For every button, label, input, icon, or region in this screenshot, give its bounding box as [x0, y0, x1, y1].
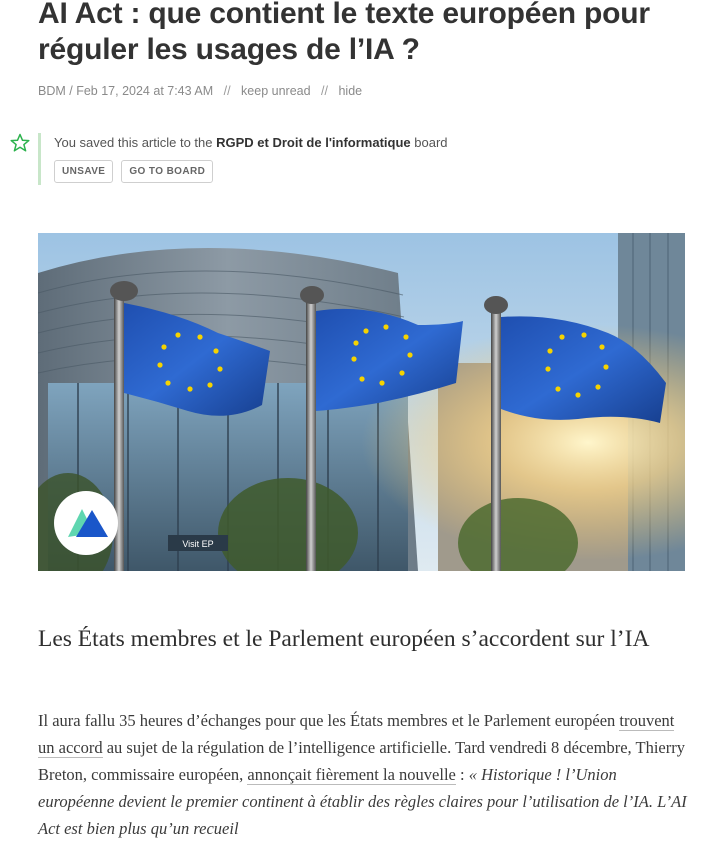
saved-prefix: You saved this article to the: [54, 135, 213, 150]
article-paragraph: Il aura fallu 35 heures d’échanges pour …: [38, 711, 687, 838]
unsave-button[interactable]: UNSAVE: [54, 160, 114, 183]
hero-sign-text: Visit EP: [182, 539, 213, 549]
saved-notice: You saved this article to the RGPD et Dr…: [38, 133, 448, 185]
board-name: RGPD et Droit de l'informatique: [216, 135, 411, 150]
section-heading: Les États membres et le Parlement europé…: [38, 626, 650, 652]
hide-link[interactable]: hide: [338, 84, 362, 98]
article-title: AI Act : que contient le texte européen …: [38, 0, 650, 66]
meta-separator: //: [321, 84, 328, 98]
star-icon[interactable]: [10, 133, 30, 153]
publish-date: Feb 17, 2024 at 7:43 AM: [76, 84, 214, 98]
hero-image: Visit EP: [23, 233, 685, 593]
annonce-link[interactable]: annonçait fièrement la nouvelle: [247, 765, 456, 785]
source-name[interactable]: BDM: [38, 84, 66, 98]
source-logo-icon: [54, 491, 118, 555]
go-to-board-button[interactable]: GO TO BOARD: [121, 160, 214, 183]
keep-unread-link[interactable]: keep unread: [241, 84, 311, 98]
meta-separator: //: [223, 84, 231, 98]
article-meta: BDM / Feb 17, 2024 at 7:43 AM // keep un…: [38, 84, 363, 98]
saved-suffix: board: [414, 135, 448, 150]
